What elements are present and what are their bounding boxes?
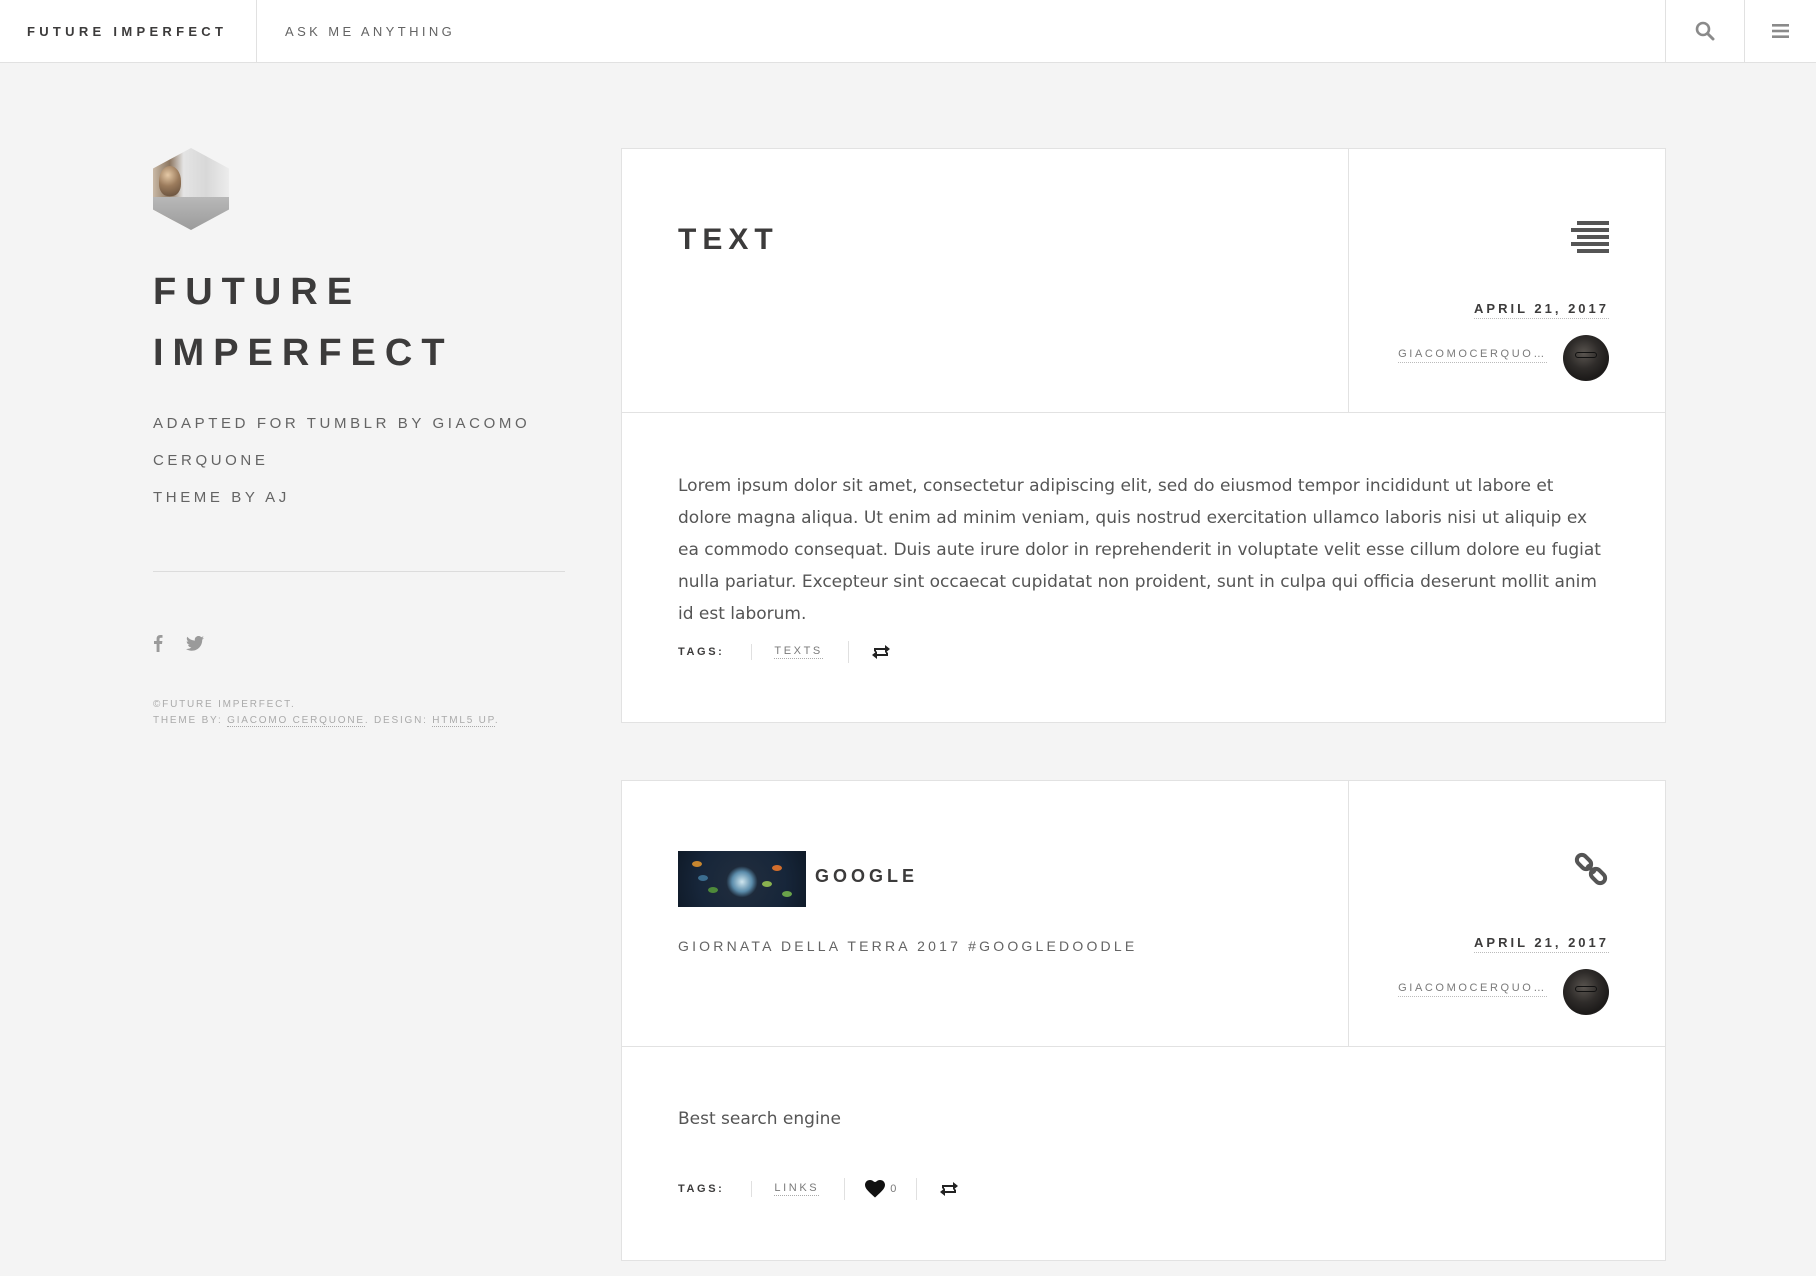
copyright-line1: ©FUTURE IMPERFECT. [153, 699, 296, 710]
author-avatar[interactable] [1563, 969, 1609, 1015]
link-icon [1574, 852, 1608, 886]
post-meta: APRIL 21, 2017 GIACOMOCERQUO… [1348, 781, 1665, 1046]
post-header: TEXT APRIL 21, 2017 GIACOMOCERQUO… [622, 149, 1665, 413]
design-label: . DESIGN: [364, 715, 433, 726]
doodle-leaf [762, 881, 772, 887]
reblog-icon [940, 1182, 959, 1196]
search-icon [1695, 21, 1715, 41]
post-author[interactable]: GIACOMOCERQUO… [1398, 982, 1547, 997]
google-doodle-thumbnail[interactable] [678, 851, 806, 907]
post-title-link[interactable]: GOOGLE [815, 866, 918, 887]
blog-desc-line1: ADAPTED FOR TUMBLR BY GIACOMO [153, 415, 531, 432]
post-card-link: GOOGLE GIORNATA DELLA TERRA 2017 #GOOGLE… [621, 780, 1666, 1261]
heart-icon [865, 1180, 886, 1198]
post-footer: TAGS: TEXTS [678, 640, 891, 664]
reblog-button[interactable] [939, 1180, 959, 1198]
blog-title-line2: IMPERFECT [153, 332, 454, 374]
author-avatar[interactable] [1563, 335, 1609, 381]
tags-label: TAGS: [678, 1183, 725, 1195]
blog-title[interactable]: FUTURE IMPERFECT [153, 262, 573, 384]
sidebar-divider [153, 571, 565, 572]
doodle-leaf [708, 887, 718, 893]
menu-button[interactable] [1744, 0, 1816, 62]
nav-ask-me-anything[interactable]: ASK ME ANYTHING [285, 0, 455, 64]
brand-link[interactable]: FUTURE IMPERFECT [0, 0, 257, 62]
blog-description: ADAPTED FOR TUMBLR BY GIACOMO CERQUONE T… [153, 405, 573, 516]
reblog-button[interactable] [871, 643, 891, 661]
footer-divider [916, 1178, 918, 1200]
blog-title-line1: FUTURE [153, 271, 362, 313]
reblog-icon [871, 645, 890, 659]
post-author[interactable]: GIACOMOCERQUO… [1398, 348, 1547, 363]
theme-by-label: THEME BY: [153, 715, 228, 726]
post-date[interactable]: APRIL 21, 2017 [1474, 301, 1609, 319]
doodle-leaf [692, 861, 702, 867]
post-date[interactable]: APRIL 21, 2017 [1474, 935, 1609, 953]
menu-icon [1772, 24, 1789, 38]
search-button[interactable] [1665, 0, 1744, 62]
tags-label: TAGS: [678, 646, 725, 658]
copyright-line2: THEME BY: GIACOMO CERQUONE. DESIGN: HTML… [153, 713, 573, 729]
html5up-link[interactable]: HTML5 UP [432, 715, 495, 727]
post-body: Best search engine [678, 1109, 841, 1129]
avatar-floor [153, 197, 229, 230]
footer-divider [844, 1178, 846, 1200]
doodle-leaf [782, 891, 792, 897]
avatar-kitten [159, 166, 181, 196]
blog-avatar[interactable] [153, 148, 229, 230]
post-header: GOOGLE GIORNATA DELLA TERRA 2017 #GOOGLE… [622, 781, 1665, 1047]
post-card-text: TEXT APRIL 21, 2017 GIACOMOCERQUO… Lorem… [621, 148, 1666, 723]
avatar-glasses [1575, 352, 1597, 358]
tag-link-links[interactable]: LINKS [774, 1182, 820, 1196]
blog-desc-line2: CERQUONE [153, 452, 269, 469]
twitter-icon [186, 635, 204, 651]
text-align-icon [1571, 221, 1609, 253]
like-button[interactable]: 0 [865, 1180, 896, 1198]
facebook-link[interactable] [153, 632, 163, 654]
footer-divider [751, 644, 753, 660]
facebook-icon [154, 635, 163, 652]
tag-link-texts[interactable]: TEXTS [774, 645, 823, 659]
post-meta: APRIL 21, 2017 GIACOMOCERQUO… [1348, 149, 1665, 412]
post-title[interactable]: TEXT [678, 223, 779, 257]
top-navbar: FUTURE IMPERFECT ASK ME ANYTHING [0, 0, 1816, 63]
footer-divider [847, 641, 849, 663]
theme-author-link[interactable]: GIACOMO CERQUONE [227, 715, 365, 727]
doodle-leaf [772, 865, 782, 871]
copyright-end: . [494, 715, 500, 726]
copyright: ©FUTURE IMPERFECT. THEME BY: GIACOMO CER… [153, 697, 573, 729]
doodle-leaf [698, 875, 708, 881]
blog-desc-line3: THEME BY AJ [153, 489, 290, 506]
post-body: Lorem ipsum dolor sit amet, consectetur … [678, 476, 1601, 624]
post-link-description: GIORNATA DELLA TERRA 2017 #GOOGLEDOODLE [678, 938, 1138, 954]
footer-divider [751, 1181, 753, 1197]
like-count: 0 [890, 1183, 897, 1195]
post-footer: TAGS: LINKS 0 [678, 1177, 959, 1201]
twitter-link[interactable] [186, 632, 204, 654]
avatar-glasses [1575, 986, 1597, 992]
